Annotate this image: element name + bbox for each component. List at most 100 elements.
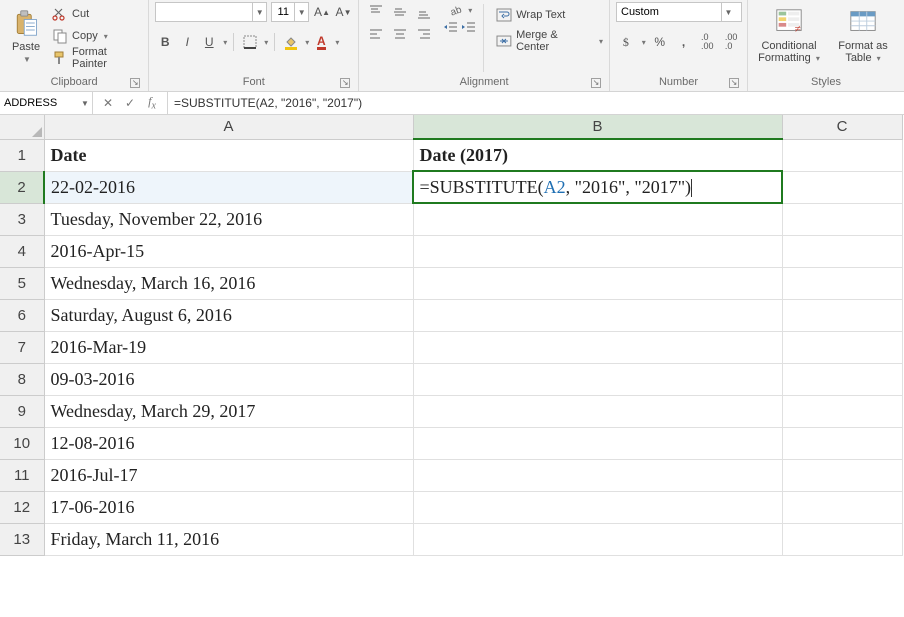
dialog-launcher-icon[interactable]: ↘: [130, 78, 140, 88]
cell[interactable]: Friday, March 11, 2016: [44, 523, 413, 555]
decrease-decimal-button[interactable]: .00.0: [721, 32, 741, 52]
cell-C1[interactable]: [782, 139, 902, 171]
row-header[interactable]: 5: [0, 267, 44, 299]
row-header[interactable]: 1: [0, 139, 44, 171]
row-header[interactable]: 4: [0, 235, 44, 267]
insert-function-button[interactable]: fx: [145, 94, 159, 111]
copy-button[interactable]: Copy ▾: [50, 26, 142, 46]
chevron-down-icon[interactable]: ▼: [294, 3, 308, 21]
align-right-button[interactable]: [413, 24, 435, 44]
merge-center-button[interactable]: Merge & Center ▾: [496, 30, 603, 52]
column-header-A[interactable]: A: [44, 115, 413, 139]
font-name-input[interactable]: [156, 3, 252, 21]
number-format-combo[interactable]: ▼: [616, 2, 742, 22]
row-header[interactable]: 9: [0, 395, 44, 427]
formula-input[interactable]: [168, 92, 904, 114]
font-name-combo[interactable]: ▼: [155, 2, 267, 22]
align-bottom-button[interactable]: [413, 2, 435, 22]
cell[interactable]: 2016-Mar-19: [44, 331, 413, 363]
cell[interactable]: 12-08-2016: [44, 427, 413, 459]
number-format-input[interactable]: [617, 3, 721, 21]
chevron-down-icon[interactable]: ▾: [264, 38, 268, 47]
cell[interactable]: Saturday, August 6, 2016: [44, 299, 413, 331]
align-middle-button[interactable]: [389, 2, 411, 22]
align-top-button[interactable]: [365, 2, 387, 22]
cell[interactable]: [782, 523, 902, 555]
grid[interactable]: A B C 1 Date Date (2017) 2 22-02-2016 =S…: [0, 115, 903, 556]
cell[interactable]: [413, 331, 782, 363]
cell[interactable]: [413, 395, 782, 427]
cell-A2[interactable]: 22-02-2016: [44, 171, 413, 203]
percent-format-button[interactable]: %: [650, 32, 670, 52]
align-center-button[interactable]: [389, 24, 411, 44]
cell[interactable]: [413, 267, 782, 299]
chevron-down-icon[interactable]: ▾: [223, 38, 227, 47]
cell[interactable]: [782, 203, 902, 235]
row-header[interactable]: 6: [0, 299, 44, 331]
select-all-corner[interactable]: [0, 115, 44, 139]
row-header[interactable]: 3: [0, 203, 44, 235]
conditional-formatting-button[interactable]: ≠ Conditional Formatting ▾: [754, 2, 824, 68]
accounting-format-button[interactable]: $: [616, 32, 636, 52]
row-header[interactable]: 7: [0, 331, 44, 363]
cell-A1[interactable]: Date: [44, 139, 413, 171]
fill-color-button[interactable]: [281, 32, 301, 52]
cell[interactable]: [782, 299, 902, 331]
chevron-down-icon[interactable]: ▼: [252, 3, 266, 21]
cell[interactable]: [782, 491, 902, 523]
row-header[interactable]: 10: [0, 427, 44, 459]
dialog-launcher-icon[interactable]: ↘: [729, 78, 739, 88]
dialog-launcher-icon[interactable]: ↘: [591, 78, 601, 88]
cut-button[interactable]: Cut: [50, 4, 142, 24]
border-button[interactable]: [240, 32, 260, 52]
cell[interactable]: [413, 299, 782, 331]
format-painter-button[interactable]: Format Painter: [50, 48, 142, 68]
row-header[interactable]: 12: [0, 491, 44, 523]
column-header-B[interactable]: B: [413, 115, 782, 139]
bold-button[interactable]: B: [155, 32, 175, 52]
row-header[interactable]: 2: [0, 171, 44, 203]
cell[interactable]: [413, 203, 782, 235]
cell[interactable]: 09-03-2016: [44, 363, 413, 395]
chevron-down-icon[interactable]: ▾: [305, 38, 309, 47]
cell[interactable]: 2016-Apr-15: [44, 235, 413, 267]
cell[interactable]: [782, 363, 902, 395]
orientation-button[interactable]: ab▾: [443, 2, 477, 18]
font-size-input[interactable]: [272, 3, 294, 21]
increase-decimal-button[interactable]: .0.00: [697, 32, 717, 52]
grow-font-button[interactable]: A▲: [313, 2, 331, 22]
chevron-down-icon[interactable]: ▾: [335, 38, 339, 47]
cell[interactable]: Wednesday, March 29, 2017: [44, 395, 413, 427]
cell[interactable]: [413, 235, 782, 267]
enter-formula-button[interactable]: ✓: [123, 96, 137, 110]
chevron-down-icon[interactable]: ▾: [642, 38, 646, 47]
name-box[interactable]: [0, 97, 78, 109]
cell-B1[interactable]: Date (2017): [413, 139, 782, 171]
cell[interactable]: Tuesday, November 22, 2016: [44, 203, 413, 235]
row-header[interactable]: 8: [0, 363, 44, 395]
cell[interactable]: [413, 491, 782, 523]
cell[interactable]: Wednesday, March 16, 2016: [44, 267, 413, 299]
format-as-table-button[interactable]: Format as Table ▾: [828, 2, 898, 68]
cell-B2[interactable]: =SUBSTITUTE(A2, "2016", "2017"): [413, 171, 782, 203]
italic-button[interactable]: I: [177, 32, 197, 52]
cell[interactable]: [413, 363, 782, 395]
cell[interactable]: [782, 235, 902, 267]
cell[interactable]: 17-06-2016: [44, 491, 413, 523]
chevron-down-icon[interactable]: ▼: [721, 3, 735, 21]
increase-indent-button[interactable]: [461, 20, 477, 36]
dialog-launcher-icon[interactable]: ↘: [340, 78, 350, 88]
cancel-formula-button[interactable]: ✕: [101, 96, 115, 110]
cell[interactable]: [782, 267, 902, 299]
wrap-text-button[interactable]: Wrap Text: [496, 4, 603, 26]
chevron-down-icon[interactable]: ▼: [78, 99, 92, 108]
cell[interactable]: [413, 523, 782, 555]
comma-format-button[interactable]: ,: [674, 32, 694, 52]
cell[interactable]: [782, 427, 902, 459]
row-header[interactable]: 11: [0, 459, 44, 491]
font-size-combo[interactable]: ▼: [271, 2, 309, 22]
cell[interactable]: [782, 395, 902, 427]
cell[interactable]: 2016-Jul-17: [44, 459, 413, 491]
row-header[interactable]: 13: [0, 523, 44, 555]
underline-button[interactable]: U: [199, 32, 219, 52]
